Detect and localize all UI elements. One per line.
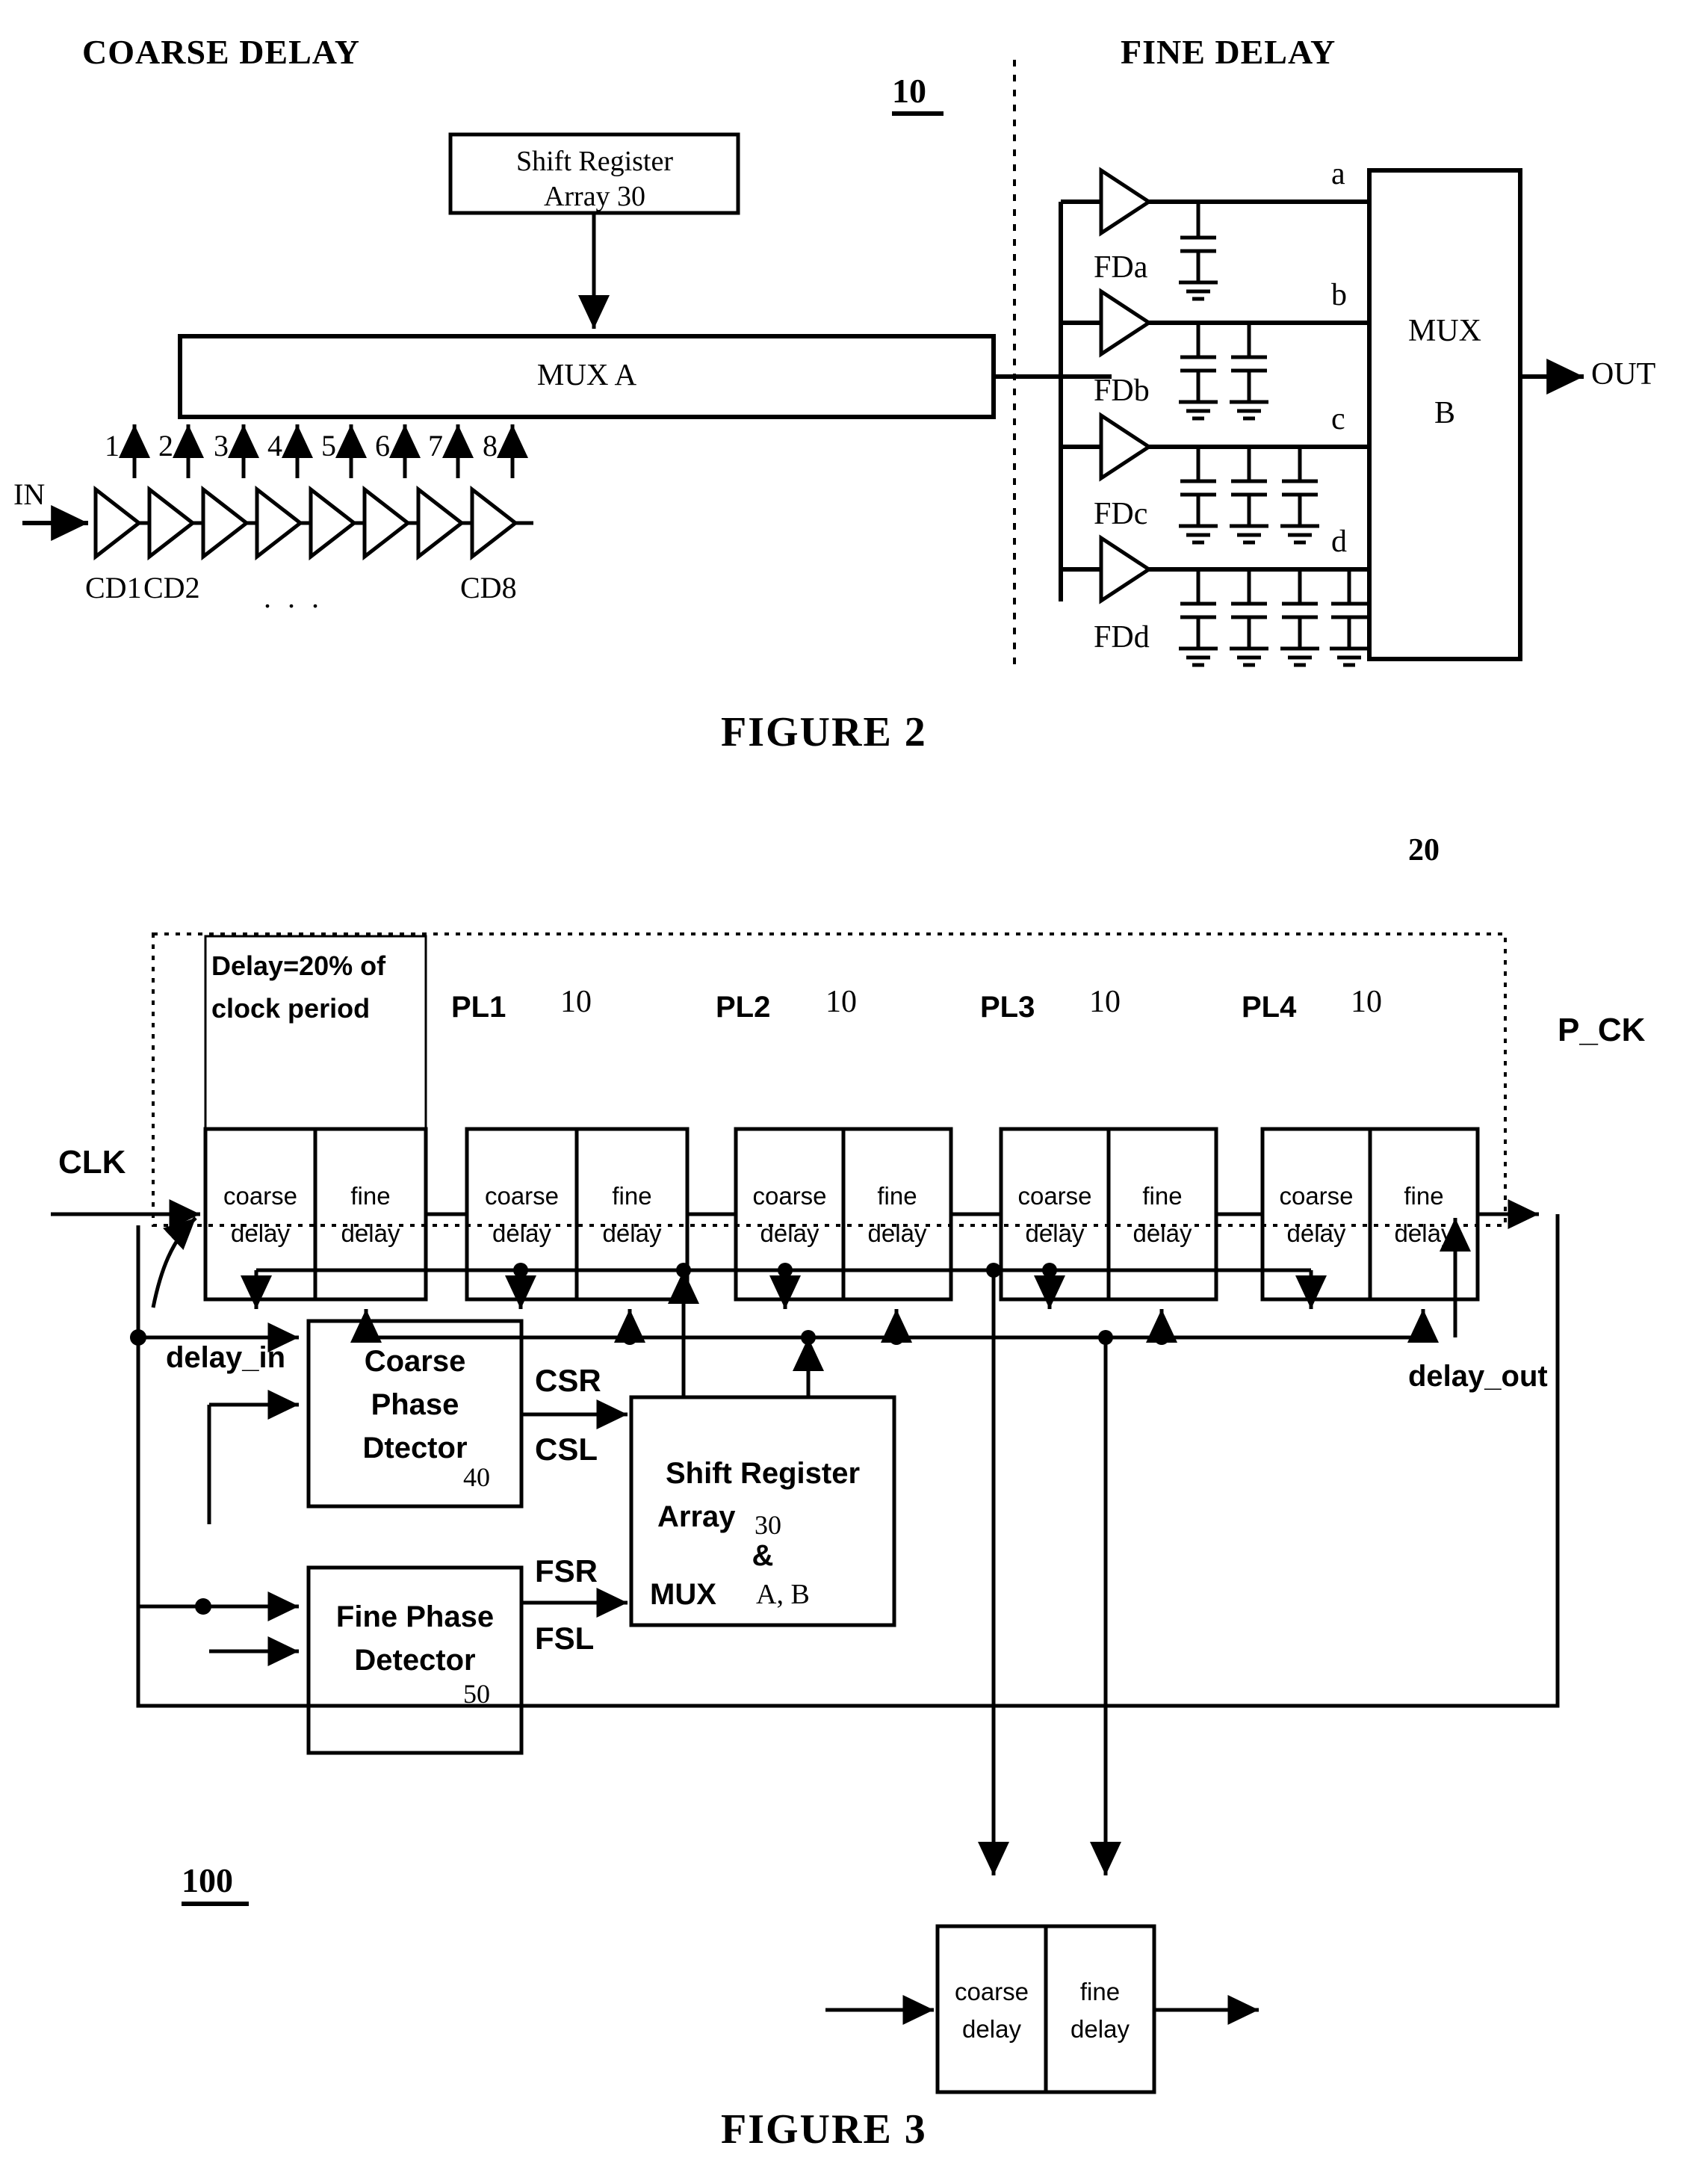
sr-mux-line3: & [752,1539,774,1572]
ref-numeral-20: 20 [1408,833,1440,867]
figure2-caption: FIGURE 2 [721,709,927,755]
fine-tap-label-a: a [1331,157,1345,191]
fine-tap-label-b: b [1331,278,1347,312]
figure3-caption: FIGURE 3 [721,2106,927,2153]
stage-label-pl1: PL1 [451,991,506,1024]
clk-label: CLK [58,1144,126,1181]
sr-mux-ref-30: 30 [755,1510,781,1540]
delay-out-label: delay_out [1408,1360,1548,1393]
fine-delay-section-title: FINE DELAY [1121,33,1336,71]
coarse-delay-chain [93,485,533,561]
stage-label-pl2: PL2 [716,991,771,1024]
out-label: OUT [1591,357,1656,392]
in-label: IN [13,477,46,511]
stage-ref-pl4: 10 [1351,985,1382,1019]
pl4-coarse-line1: coarse [1279,1182,1354,1210]
delay-in-label: delay_in [166,1341,286,1374]
pl2-coarse-line2: delay [760,1219,819,1247]
stage0-fine-line1: fine [350,1182,391,1210]
coarse-tap-number-7: 7 [428,429,443,463]
coarse-tap-number-5: 5 [321,429,336,463]
fine-detector-line1: Fine Phase [335,1600,495,1633]
sr-mux-ref-ab: A, B [756,1579,810,1610]
pl3-coarse-line1: coarse [1017,1182,1092,1210]
coarse-tap-number-4: 4 [267,429,282,463]
fsr-label: FSR [535,1553,598,1588]
stage0-coarse-line1: coarse [223,1182,298,1210]
fine-cell-label-fdc: FDc [1094,497,1148,531]
pl3-fine-line1: fine [1142,1182,1183,1210]
coarse-cell-label-cd8: CD8 [460,571,517,604]
coarse-tap-number-2: 2 [158,429,173,463]
coarse-cell-label-cd2: CD2 [143,571,200,604]
csl-label: CSL [535,1432,598,1467]
ref-numeral-10: 10 [892,72,926,110]
stage0-coarse-line2: delay [231,1219,290,1247]
fine-detector-line2: Detector [354,1644,476,1677]
pl4-fine-line1: fine [1404,1182,1444,1210]
stage-label-pl4: PL4 [1242,991,1297,1024]
fine-cell-label-fdb: FDb [1094,374,1150,408]
coarse-detector-line2: Phase [371,1388,459,1421]
example-fine-line1: fine [1079,1978,1121,2005]
figure3-drawing [51,932,1560,2094]
coarse-chain-ellipsis: . . . [264,581,323,614]
stage0-fine-line2: delay [341,1219,400,1247]
fine-cell-label-fda: FDa [1094,250,1148,285]
example-coarse-line2: delay [962,2015,1021,2043]
sr-mux-line2: Array [657,1500,736,1533]
stage-ref-pl2: 10 [825,985,857,1019]
pl2-coarse-line1: coarse [752,1182,827,1210]
coarse-detector-ref-40: 40 [463,1462,490,1492]
stage-label-pl3: PL3 [980,991,1035,1024]
pl3-coarse-line2: delay [1025,1219,1085,1247]
sr-mux-line1: Shift Register [665,1457,861,1490]
bus-junction-dots [513,1263,1169,1345]
pl4-coarse-line2: delay [1286,1219,1346,1247]
delay-in-pointer [151,1216,197,1308]
coarse-tap-number-1: 1 [105,429,120,463]
pl2-fine-line1: fine [877,1182,917,1210]
pl1-fine-line1: fine [612,1182,652,1210]
shift-register-array-label-line1: Shift Register [515,146,674,177]
pl1-fine-line2: delay [602,1219,662,1247]
coarse-tap-number-8: 8 [483,429,498,463]
mux-b-label-line2: B [1434,396,1455,430]
first-stage-note-line2: clock period [211,993,371,1024]
pl4-fine-line2: delay [1394,1219,1454,1247]
delay-stage-boxes [203,1127,1480,1302]
csr-label: CSR [535,1363,601,1398]
pl3-fine-line2: delay [1133,1219,1192,1247]
example-fine-line2: delay [1071,2015,1130,2043]
fine-cell-label-fdd: FDd [1094,620,1150,655]
fsl-label: FSL [535,1621,595,1656]
mux-b-label-line1: MUX [1407,314,1481,348]
fine-tap-label-c: c [1331,402,1345,436]
example-coarse-line1: coarse [954,1978,1029,2005]
shift-register-array-label-line2: Array 30 [543,181,646,212]
coarse-delay-section-title: COARSE DELAY [82,33,361,71]
coarse-tap-number-3: 3 [214,429,229,463]
coarse-cell-label-cd1: CD1 [85,571,142,604]
stage-ref-pl1: 10 [560,985,592,1019]
pck-label: P_CK [1558,1012,1646,1048]
ref-numeral-100: 100 [182,1861,233,1899]
sr-mux-line4: MUX [650,1578,716,1611]
mux-a-label: MUX A [536,357,637,392]
coarse-tap-number-6: 6 [375,429,390,463]
pl1-coarse-line1: coarse [484,1182,560,1210]
fine-detector-ref-50: 50 [463,1679,490,1709]
fine-tap-label-d: d [1331,525,1347,559]
pl1-coarse-line2: delay [492,1219,551,1247]
coarse-detector-line3: Dtector [362,1432,468,1464]
first-stage-note-line1: Delay=20% of [211,950,386,981]
capacitor-symbol [1179,202,1218,301]
coarse-detector-line1: Coarse [364,1345,466,1378]
pl2-fine-line2: delay [867,1219,927,1247]
stage-ref-pl3: 10 [1089,985,1121,1019]
